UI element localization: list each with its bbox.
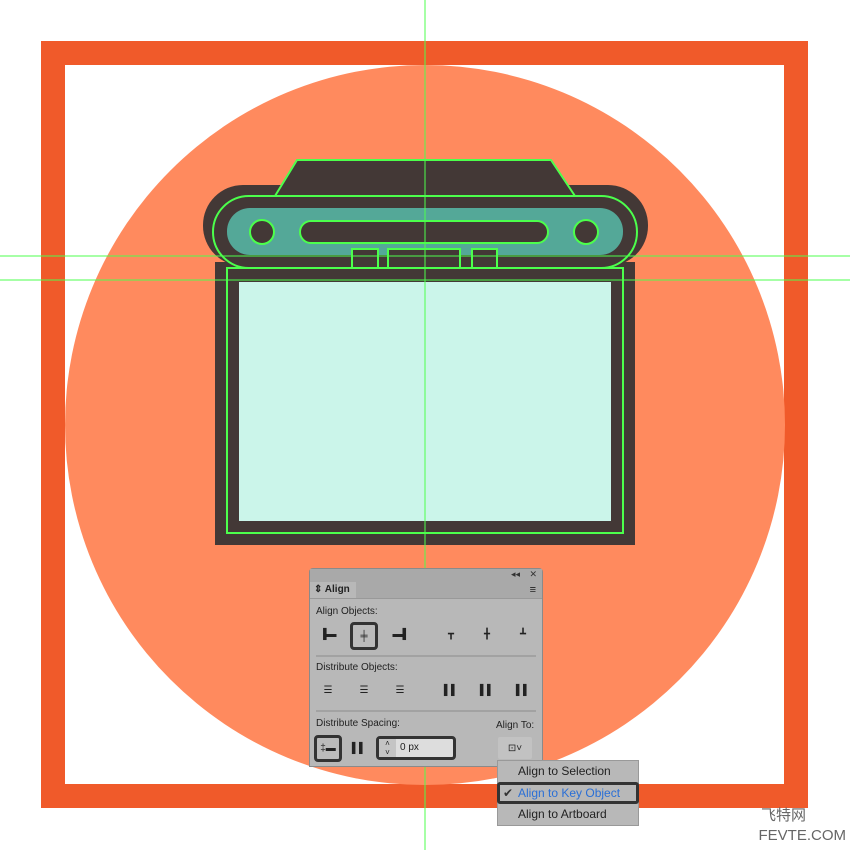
align-to-key-object-dropdown[interactable]: ⊡˅ <box>498 737 532 759</box>
spacing-input[interactable]: ˄ ˅ 0 px <box>376 736 456 760</box>
vertical-align-top-button[interactable]: ┳ <box>440 623 462 645</box>
distribute-spacing-label: Distribute Spacing: <box>316 718 400 729</box>
align-to-menu: Align to Selection ✔ Align to Key Object … <box>497 760 639 826</box>
distribute-left-button[interactable]: ▌▌ <box>440 679 462 701</box>
horizontal-align-right-button[interactable]: ▬▌ <box>390 623 412 645</box>
close-icon[interactable]: ✕ <box>529 569 537 580</box>
watermark-en: FEVTE.COM <box>758 827 846 844</box>
vertical-align-center-button[interactable]: ╋ <box>476 623 498 645</box>
align-objects-label: Align Objects: <box>316 606 378 617</box>
distribute-hcenter-button[interactable]: ▌▌ <box>476 679 498 701</box>
collapse-icon[interactable]: ◂◂ <box>511 569 520 580</box>
vertical-distribute-space-button[interactable]: ‡▬ <box>314 735 342 762</box>
distribute-bottom-button[interactable]: ☰ <box>389 679 411 701</box>
align-panel: ◂◂ ✕ ⇕ Align ≡ Align Objects: ▐▬ ╪ ▬▌ ┳ ╋ … <box>309 568 543 767</box>
checkmark-icon: ✔ <box>503 786 514 800</box>
panel-menu-icon[interactable]: ≡ <box>530 584 536 596</box>
menu-item-align-to-artboard[interactable]: Align to Artboard <box>498 804 638 825</box>
vertical-align-bottom-button[interactable]: ┻ <box>512 623 534 645</box>
horizontal-align-center-button[interactable]: ╪ <box>350 622 378 650</box>
menu-item-align-to-key-object[interactable]: ✔ Align to Key Object <box>497 782 639 804</box>
distribute-objects-label: Distribute Objects: <box>316 662 398 673</box>
distribute-vcenter-button[interactable]: ☰ <box>353 679 375 701</box>
distribute-top-button[interactable]: ☰ <box>317 679 339 701</box>
spinner-icon[interactable]: ˄ ˅ <box>379 739 396 757</box>
watermark-cn: 飞特网 <box>760 807 806 824</box>
horizontal-distribute-space-button[interactable]: ▌▌ <box>348 737 370 759</box>
menu-item-align-to-selection[interactable]: Align to Selection <box>498 761 638 782</box>
align-to-label: Align To: <box>496 720 535 731</box>
distribute-right-button[interactable]: ▌▌ <box>512 679 534 701</box>
horizontal-align-left-button[interactable]: ▐▬ <box>317 623 339 645</box>
tab-align[interactable]: ⇕ Align <box>310 582 356 598</box>
